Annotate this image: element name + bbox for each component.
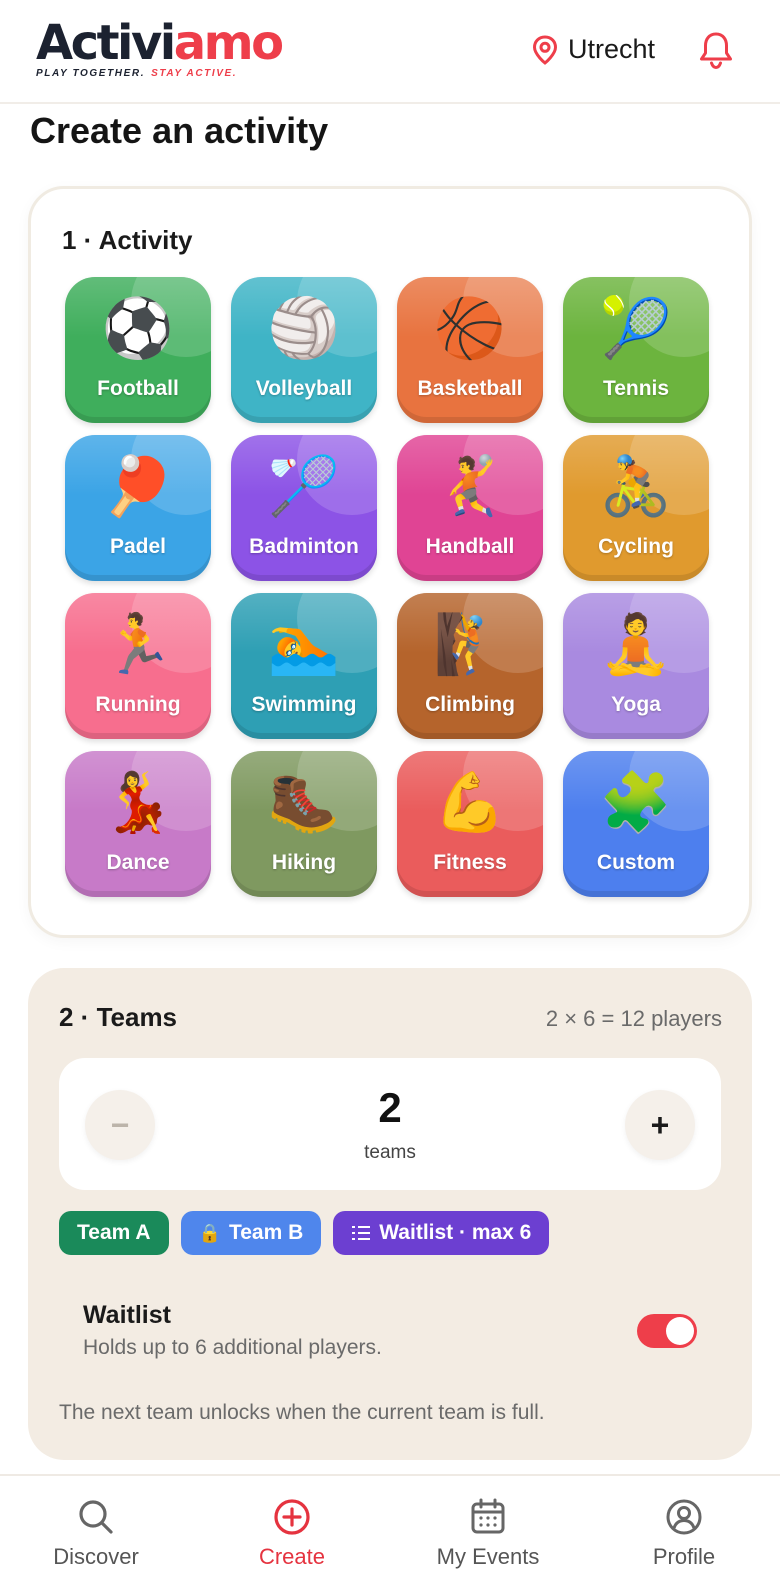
waitlist-toggle[interactable] [637,1314,697,1348]
team-b-label: Team B [228,1221,304,1244]
list-icon [352,1226,371,1240]
add-circle-icon [274,1499,310,1535]
increase-teams-button[interactable]: + [625,1090,695,1160]
nav-create[interactable]: Create [202,1498,382,1570]
team-chips: Team A 🔒 Team B Waitlist · max 6 [59,1211,550,1255]
bottom-nav: Discover Create My Events Profile [0,1474,780,1592]
nav-create-label: Create [258,1544,326,1569]
activity-tile-cycling[interactable]: 🚴 Cycling [563,435,709,581]
running-icon: 🏃 [101,610,175,678]
activity-tile-swimming[interactable]: 🏊 Swimming [231,593,377,739]
nav-discover[interactable]: Discover [6,1498,186,1570]
team-count-stepper: − 2 teams + [59,1058,721,1190]
hiking-icon: 🥾 [267,768,341,836]
activity-tile-running[interactable]: 🏃 Running [65,593,211,739]
activity-tile-handball[interactable]: 🤾 Handball [397,435,543,581]
page-title: Create an activity [30,110,329,151]
activity-tile-label: Badminton [249,535,359,558]
activity-tile-custom[interactable]: 🧩 Custom [563,751,709,897]
teams-section-title: 2 · Teams [59,1002,178,1032]
logo-wordmark: Activiamo [36,15,284,71]
team-b-chip[interactable]: 🔒 Team B [180,1211,322,1255]
activity-tile-volleyball[interactable]: 🏐 Volleyball [231,277,377,423]
activity-tile-label: Cycling [598,535,674,558]
lock-icon: 🔒 [198,1222,221,1243]
activity-tile-basketball[interactable]: 🏀 Basketball [397,277,543,423]
toggle-knob [666,1317,694,1345]
tennis-icon: 🎾 [599,294,673,362]
activity-tile-label: Fitness [433,851,507,874]
team-a-chip[interactable]: Team A [59,1211,169,1255]
activity-tile-label: Padel [109,535,167,558]
climbing-icon: 🧗 [433,610,507,678]
fitness-icon: 💪 [433,768,507,836]
activity-section-title: 1 · Activity [62,225,193,255]
padel-icon: 🏓 [101,452,175,520]
teams-card: 2 · Teams 2 × 6 = 12 players − 2 teams +… [28,968,752,1460]
activity-tile-padel[interactable]: 🏓 Padel [65,435,211,581]
dance-icon: 💃 [101,768,175,836]
waitlist-description: Holds up to 6 additional players. [83,1336,382,1359]
app-logo[interactable]: Activiamo PLAY TOGETHER. STAY ACTIVE. [36,15,284,79]
basketball-icon: 🏀 [433,294,507,362]
team-a-label: Team A [77,1221,151,1244]
handball-icon: 🤾 [433,452,507,520]
activity-tile-label: Basketball [417,377,523,400]
app-header: Activiamo PLAY TOGETHER. STAY ACTIVE. Utr… [0,0,780,104]
activity-tile-label: Climbing [425,693,515,716]
badminton-icon: 🏸 [267,452,341,520]
profile-icon [666,1499,702,1535]
football-icon: ⚽ [101,294,175,362]
cycling-icon: 🚴 [599,452,673,520]
activity-tile-dance[interactable]: 💃 Dance [65,751,211,897]
activity-tile-label: Swimming [251,693,357,716]
activity-tile-fitness[interactable]: 💪 Fitness [397,751,543,897]
unlock-note: The next team unlocks when the current t… [59,1401,545,1424]
team-count-value: 2 [378,1084,402,1131]
nav-profile-label: Profile [652,1544,716,1569]
swimming-icon: 🏊 [267,610,341,678]
location-selector[interactable]: Utrecht [532,34,655,65]
activity-tile-label: Football [97,377,179,400]
calendar-icon [471,1498,505,1534]
search-icon [79,1500,113,1534]
waitlist-chip-label: Waitlist · max 6 [379,1221,532,1244]
activity-tile-label: Hiking [271,851,337,874]
bell-icon[interactable] [698,30,734,70]
nav-my-events[interactable]: My Events [398,1498,578,1570]
activity-tile-climbing[interactable]: 🧗 Climbing [397,593,543,739]
waitlist-title: Waitlist [83,1301,171,1329]
volleyball-icon: 🏐 [267,294,341,362]
activity-tile-yoga[interactable]: 🧘 Yoga [563,593,709,739]
team-count-unit: teams [364,1142,416,1163]
players-summary: 2 × 6 = 12 players [545,1006,722,1031]
nav-discover-label: Discover [53,1544,139,1569]
activity-tile-label: Running [95,693,181,716]
waitlist-chip[interactable]: Waitlist · max 6 [333,1211,550,1255]
activity-tile-label: Tennis [602,377,670,400]
activity-tile-football[interactable]: ⚽ Football [65,277,211,423]
nav-profile[interactable]: Profile [594,1498,774,1570]
location-label: Utrecht [568,34,656,64]
nav-my-events-label: My Events [436,1544,540,1569]
activity-tile-label: Custom [596,851,676,874]
activity-tile-label: Dance [106,851,170,874]
activity-tile-label: Volleyball [255,377,353,400]
activity-tile-label: Yoga [611,693,661,716]
activity-tile-label: Handball [425,535,515,558]
activity-tile-tennis[interactable]: 🎾 Tennis [563,277,709,423]
custom-icon: 🧩 [599,768,673,836]
location-pin-icon [532,34,558,65]
yoga-icon: 🧘 [599,610,673,678]
activity-card: 1 · Activity ⚽ Football 🏐 Volleyball 🏀 Basket… [28,186,752,938]
activity-tile-badminton[interactable]: 🏸 Badminton [231,435,377,581]
activity-tile-hiking[interactable]: 🥾 Hiking [231,751,377,897]
